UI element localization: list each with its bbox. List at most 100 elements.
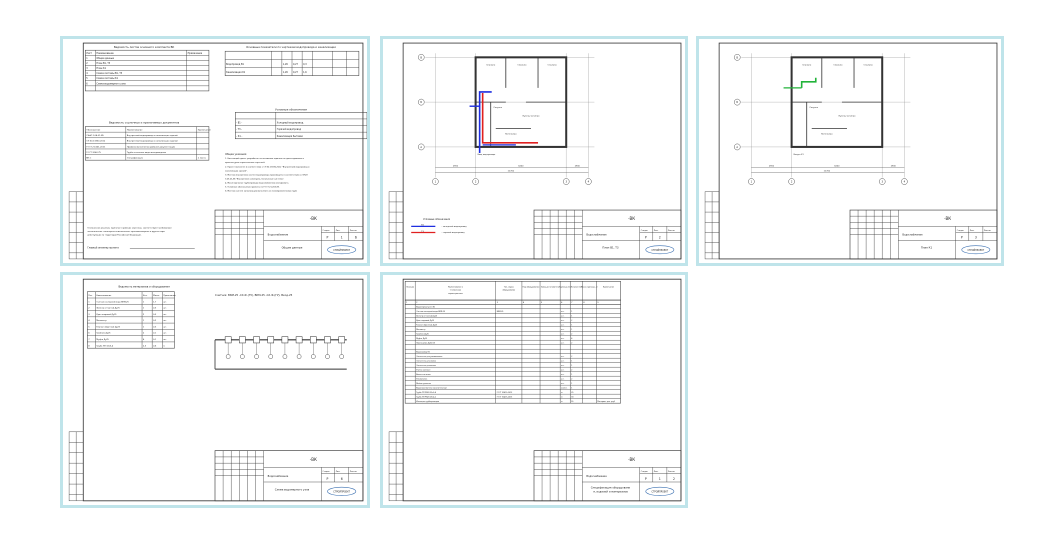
stage-value: Р (645, 477, 647, 481)
note-line: канализация зданий". (225, 169, 248, 172)
company-name: СТРОЙПРОЕКТ (333, 490, 350, 493)
legend-label: - холодный водопровод (441, 225, 467, 228)
spec-table-cell: шт. (561, 333, 565, 335)
materials-table-cell: 1 (143, 301, 145, 303)
docs-table-cell: Обозначение (86, 128, 101, 131)
company-name: СТРОЙПРОЕКТ (333, 249, 350, 252)
spec-column-numbers-cell: 9 (597, 302, 599, 304)
sheet-meter-scheme-thumbnail[interactable]: -ВК Водоснабжение Стадия Лист Листов Р 6 Схема … (60, 272, 370, 508)
note-line: архитектурно-строительных чертежей. (225, 161, 265, 164)
spec-table-cell: Смеситель для ванны (416, 365, 436, 367)
list-title: Ведомость листов основного комплекта ВК (114, 45, 175, 49)
spec-table-cell: ВКМ-25 (497, 311, 504, 313)
cold-water-pipe (478, 91, 492, 154)
spec-table-cell: Счетчик холодной воды ВКМ-25 (416, 310, 445, 313)
materials-table-cell: шт. (163, 301, 167, 303)
legend-table-cell: - Т3 - (236, 128, 242, 131)
materials-table-cell: м (163, 345, 165, 347)
spec-table-cell: шт. (561, 329, 565, 331)
drawing-code: -ВК (628, 216, 635, 221)
sheet-list-table-cell: 1 (86, 57, 88, 60)
materials-table-cell: шт. (163, 320, 167, 322)
materials-table-cell: 0,5 (153, 308, 157, 310)
docs-table-cell: ВК.С (86, 157, 91, 159)
materials-table-cell: Примечание (163, 295, 176, 297)
spec-table-cell: Изоляция трубопроводов (416, 400, 439, 403)
dimension-label: 6200 (518, 165, 524, 167)
callout-marker (296, 354, 302, 359)
materials-table-cell: 1 (143, 308, 145, 310)
main-indicators-title: Основные показатели по чертежам водопров… (246, 45, 336, 49)
sheet-list-table-cell: План В1, Т3 (96, 62, 110, 65)
sheet-list-table-cell: 4 (86, 72, 88, 75)
spec-table-cell: 4 (571, 338, 572, 340)
dimension-label: 6200 (834, 165, 840, 167)
dimension-label: 2900 (891, 165, 897, 167)
materials-table-cell: 5 (88, 326, 90, 328)
sheet-list-table-cell: Примечание (188, 52, 203, 55)
spec-table-cell: 25 (571, 392, 573, 394)
dimension-label: 2900 (453, 165, 459, 167)
spec-table-cell: м (561, 396, 563, 398)
spec-column-numbers-cell: 7 (571, 302, 572, 304)
room-label: Кухня-гостиная (839, 115, 856, 117)
sheet-number: 1 (341, 236, 343, 240)
materials-table-cell: Тройник Ду25 (96, 332, 111, 335)
spec-column-header: Единица изм. (559, 287, 572, 289)
spec-table-cell: 1 (571, 374, 572, 376)
dimension-label: 2900 (769, 165, 775, 167)
materials-table-cell: 0,1 (153, 339, 157, 341)
sheet-number: 1 (659, 477, 661, 481)
section-name: Водоснабжение (586, 474, 607, 478)
materials-table-cell: шт. (163, 308, 167, 310)
spec-column-header: Тип, марка (504, 287, 514, 289)
legend-title: Условные обозначения (275, 107, 307, 111)
materials-table-cell: шт. (163, 314, 167, 316)
section-name: Водоснабжение (268, 234, 289, 237)
spec-table-cell: Труба ПП PN20 32х5,4 (416, 391, 436, 394)
indicators-table-cell: 1,26 (283, 71, 289, 74)
sheet-plan-water-thumbnail[interactable]: -ВК Водоснабжение Стадия Лист Листов Р 2 План В… (380, 36, 688, 266)
sheets-total: 2 (673, 477, 675, 481)
indicators-table-cell: 0,27 (293, 71, 299, 74)
stage-value: Р (645, 236, 647, 240)
spec-column-numbers-cell: 8 (583, 302, 585, 304)
spec-table-cell: 1 (571, 383, 572, 385)
dimension-label: 2900 (575, 165, 581, 167)
sheet-list-table-cell: Общие данные (96, 57, 114, 60)
spec-table-cell: шт. (561, 369, 565, 371)
spec-table-cell: Труба ПП PN20 25х4,2 (416, 395, 436, 398)
sheet-label: Лист (336, 471, 342, 473)
materials-table-cell: Масса (153, 295, 160, 297)
spec-title: Ведомость материалов и оборудования (118, 284, 170, 288)
sheet-list-table-cell: Схема водомерного узла (96, 82, 126, 85)
sheet-specification-thumbnail[interactable]: -ВК Водоснабжение Стадия Лист Листов Р 1 2 Специ… (380, 272, 688, 508)
stage-label: Стадия (641, 471, 648, 473)
sheet-general-data-thumbnail[interactable]: -ВК Водоснабжение Стадия Лист Листов Р 1 6 Общие… (60, 36, 370, 266)
docs-table-cell: ГОСТ 3262-75 (86, 152, 101, 154)
spec-table-cell: Муфта Ду25 (416, 338, 427, 340)
room-label: Спальня (802, 64, 812, 66)
spec-table-cell: Клапан обратный Ду25 (416, 323, 437, 326)
certification-text: экологических, санитарно-гигиенических, … (87, 231, 165, 233)
valve-symbol (281, 336, 289, 344)
drawing-preview: -ВК Водоснабжение Стадия Лист Листов Р 1 2 Специ… (388, 278, 682, 502)
callout-marker (254, 354, 259, 359)
dimension-label: 11700 (824, 170, 831, 172)
materials-table-cell: Фильтр сетчатый Ду25 (96, 307, 120, 310)
spec-column-header: Код оборудования (523, 286, 540, 289)
docs-table-cell: Примечание (198, 129, 212, 131)
legend-table-cell: Холодный водопровод (277, 122, 304, 125)
indicators-table-cell: Канализация К1 (226, 71, 246, 74)
materials-table-cell: 8 (88, 345, 90, 347)
indicators-table-cell: 1,6 (303, 71, 307, 74)
docs-table-cell: Внутренний водопровод и канализация здан… (127, 134, 178, 137)
sheet-plan-sewer-thumbnail[interactable]: -ВК Водоснабжение Стадия Лист Листов Р 3 План К… (696, 36, 1004, 266)
valve-symbol (324, 336, 331, 344)
sheet-list-table-cell: Лист (86, 52, 92, 55)
company-name: СТРОЙПРОЕКТ (652, 249, 669, 252)
materials-table-cell: шт. (163, 339, 167, 341)
stage-value: Р (327, 236, 329, 240)
materials-table-cell: 6 (88, 333, 90, 335)
drawing-code: -ВК (944, 216, 951, 221)
